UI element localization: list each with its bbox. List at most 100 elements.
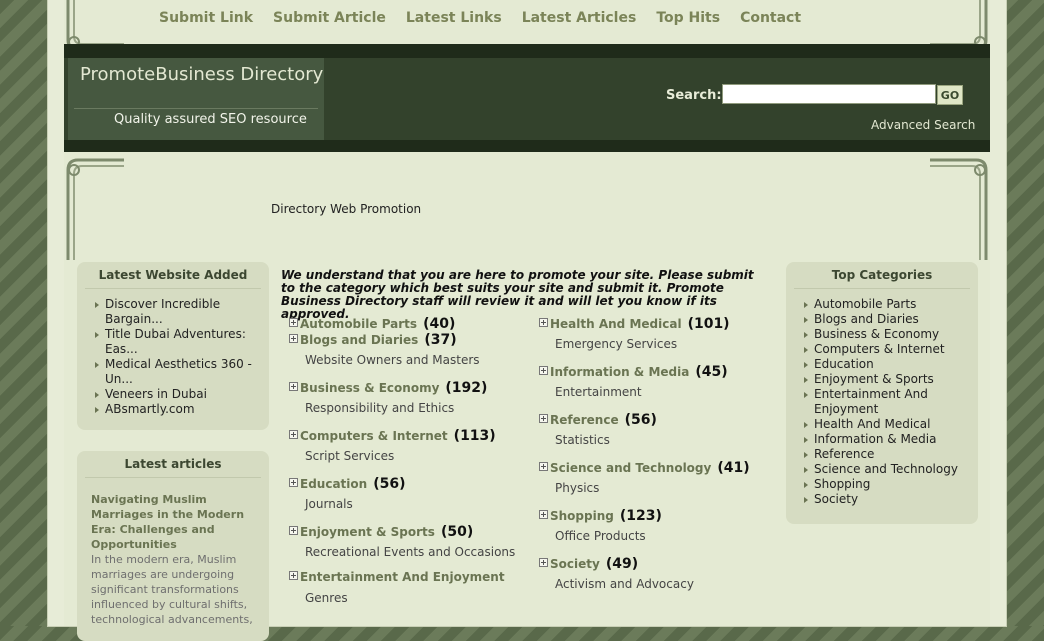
category-link[interactable]: Enjoyment & Sports (300, 525, 435, 539)
latest-articles-box: Latest articles Navigating Muslim Marria… (77, 451, 269, 641)
search-label: Search: (666, 88, 722, 103)
header-bottom-strip (64, 140, 990, 152)
category-count: (37) (424, 332, 457, 348)
brand-panel[interactable]: PromoteBusiness Directory Quality assure… (68, 58, 324, 140)
category-link[interactable]: Reference (550, 413, 619, 427)
expand-plus-icon[interactable] (289, 382, 298, 391)
category-link[interactable]: Automobile Parts (300, 317, 417, 331)
subcategory-link[interactable]: Statistics (555, 433, 789, 449)
category-entry: Reference (56) Statistics (539, 412, 789, 449)
category-link[interactable]: Society (550, 557, 600, 571)
category-entry: Business & Economy (192) Responsibility a… (289, 380, 539, 417)
category-count: (50) (440, 524, 474, 540)
subcategory-link[interactable]: Genres (305, 591, 539, 607)
expand-plus-icon[interactable] (539, 366, 548, 375)
category-count: (41) (717, 460, 750, 476)
latest-articles-title: Latest articles (85, 451, 261, 478)
subcategory-link[interactable]: Activism and Advocacy (555, 577, 789, 593)
expand-plus-icon[interactable] (289, 430, 298, 439)
subcategory-link[interactable]: Office Products (555, 529, 789, 545)
subcategory-link[interactable]: Website Owners and Masters (305, 353, 539, 369)
list-item[interactable]: Information & Media (804, 432, 968, 447)
expand-plus-icon[interactable] (289, 478, 298, 487)
category-entry: Health And Medical (101) Emergency Servic… (539, 316, 789, 353)
category-link[interactable]: Health And Medical (550, 317, 682, 331)
list-item[interactable]: Education (804, 357, 968, 372)
list-item[interactable]: Business & Economy (804, 327, 968, 342)
article-excerpt: In the modern era, Muslim marriages are … (91, 553, 253, 626)
list-item[interactable]: ABsmartly.com (95, 402, 259, 417)
site-title[interactable]: PromoteBusiness Directory (80, 64, 323, 85)
subcategory-link[interactable]: Script Services (305, 449, 539, 465)
nav-contact[interactable]: Contact (740, 10, 801, 26)
expand-plus-icon[interactable] (539, 318, 548, 327)
category-entry: Shopping (123) Office Products (539, 508, 789, 545)
list-item[interactable]: Shopping (804, 477, 968, 492)
category-count: (40) (423, 316, 456, 332)
list-item[interactable]: Discover Incredible Bargain... (95, 297, 259, 327)
expand-plus-icon[interactable] (539, 462, 548, 471)
search-input[interactable] (722, 84, 936, 104)
list-item[interactable]: Computers & Internet (804, 342, 968, 357)
category-link[interactable]: Computers & Internet (300, 429, 448, 443)
subcategory-link[interactable]: Physics (555, 481, 789, 497)
list-item[interactable]: Society (804, 492, 968, 507)
category-count: (45) (695, 364, 728, 380)
list-item[interactable]: Enjoyment & Sports (804, 372, 968, 387)
expand-plus-icon[interactable] (289, 571, 298, 580)
subcategory-link[interactable]: Responsibility and Ethics (305, 401, 539, 417)
nav-latest-articles[interactable]: Latest Articles (522, 10, 637, 26)
site-subtitle: Quality assured SEO resource (114, 112, 307, 127)
category-entry: Society (49) Activism and Advocacy (539, 556, 789, 593)
brand-divider (74, 108, 318, 109)
nav-top-hits[interactable]: Top Hits (656, 10, 720, 26)
category-link[interactable]: Education (300, 477, 367, 491)
expand-plus-icon[interactable] (539, 558, 548, 567)
subcategory-link[interactable]: Recreational Events and Occasions (305, 545, 539, 561)
latest-websites-title: Latest Website Added (85, 262, 261, 289)
category-link[interactable]: Information & Media (550, 365, 689, 379)
category-column-1: Automobile Parts (40) Blogs and Diaries (3… (289, 316, 539, 607)
list-item[interactable]: Title Dubai Adventures: Eas... (95, 327, 259, 357)
expand-plus-icon[interactable] (289, 318, 298, 327)
list-item[interactable]: Science and Technology (804, 462, 968, 477)
nav-latest-links[interactable]: Latest Links (406, 10, 502, 26)
category-link[interactable]: Entertainment And Enjoyment (300, 570, 505, 584)
expand-plus-icon[interactable] (289, 334, 298, 343)
subcategory-link[interactable]: Emergency Services (555, 337, 789, 353)
list-item[interactable]: Reference (804, 447, 968, 462)
advanced-search-link[interactable]: Advanced Search (871, 118, 975, 132)
subcategory-link[interactable]: Journals (305, 497, 539, 513)
expand-plus-icon[interactable] (289, 526, 298, 535)
top-categories-title: Top Categories (794, 262, 970, 289)
category-entry: Information & Media (45) Entertainment (539, 364, 789, 401)
tagline: Directory Web Promotion (271, 202, 422, 216)
category-link[interactable]: Shopping (550, 509, 614, 523)
list-item[interactable]: Automobile Parts (804, 297, 968, 312)
expand-plus-icon[interactable] (539, 510, 548, 519)
expand-plus-icon[interactable] (539, 414, 548, 423)
nav-submit-article[interactable]: Submit Article (273, 10, 386, 26)
category-link[interactable]: Blogs and Diaries (300, 333, 418, 347)
article-title-link[interactable]: Navigating Muslim Marriages in the Moder… (91, 492, 257, 552)
subcategory-link[interactable]: Entertainment (555, 385, 789, 401)
list-item[interactable]: Health And Medical (804, 417, 968, 432)
category-count: (49) (605, 556, 639, 572)
nav-submit-link[interactable]: Submit Link (159, 10, 253, 26)
search-go-button[interactable]: GO (937, 85, 963, 105)
list-item[interactable]: Veneers in Dubai (95, 387, 259, 402)
header-top-strip (64, 44, 990, 58)
list-item[interactable]: Blogs and Diaries (804, 312, 968, 327)
header-band: PromoteBusiness Directory Quality assure… (64, 44, 990, 152)
page-frame: Submit Link Submit Article Latest Links … (48, 0, 1006, 641)
category-entry: Entertainment And Enjoyment Genres (289, 570, 539, 607)
category-count: (113) (453, 428, 496, 444)
category-link[interactable]: Science and Technology (550, 461, 711, 475)
list-item[interactable]: Entertainment And Enjoyment (804, 387, 968, 417)
latest-websites-list: Discover Incredible Bargain... Title Dub… (77, 297, 269, 417)
page-content: Submit Link Submit Article Latest Links … (64, 0, 990, 641)
list-item[interactable]: Medical Aesthetics 360 - Un... (95, 357, 259, 387)
category-count: (123) (619, 508, 662, 524)
corner-knot-icon (930, 158, 988, 260)
category-link[interactable]: Business & Economy (300, 381, 439, 395)
